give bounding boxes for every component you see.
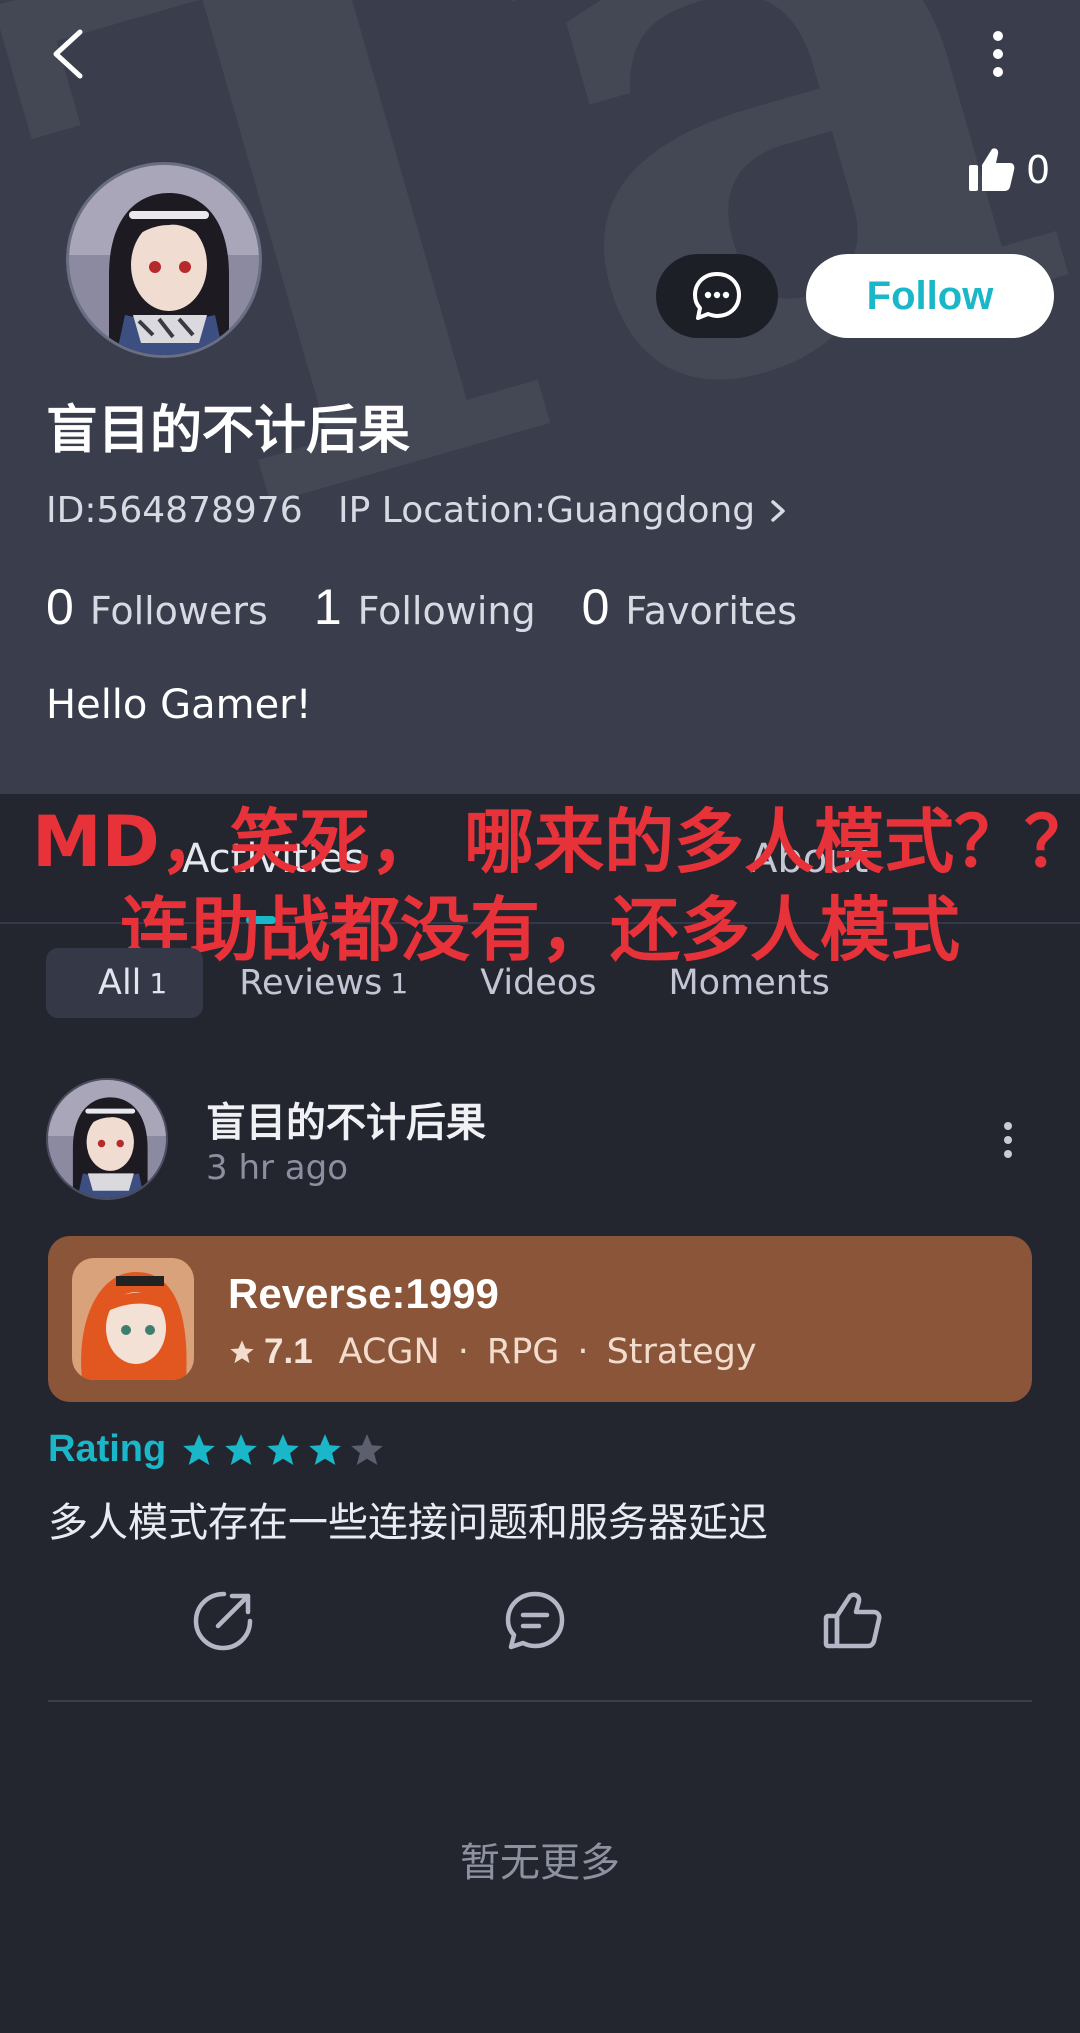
post-author-avatar[interactable] <box>46 1078 168 1200</box>
main-tab-bar: Activities About <box>0 794 1080 924</box>
likes-count: 0 <box>1026 148 1051 192</box>
follow-button[interactable]: Follow <box>806 254 1054 338</box>
star-filled-icon <box>309 1433 342 1465</box>
ip-location-text: IP Location:Guangdong <box>338 490 756 531</box>
filter-tab-label: Moments <box>668 963 830 1003</box>
following-count: 1 <box>313 579 342 635</box>
like-icon <box>823 1592 882 1649</box>
filter-tab-label: Videos <box>480 963 597 1003</box>
back-button[interactable] <box>40 22 104 86</box>
followers-count: 0 <box>46 579 74 635</box>
game-character-icon <box>72 1258 194 1380</box>
anime-girl-avatar <box>48 1080 166 1198</box>
tab-activities[interactable]: Activities <box>182 836 364 882</box>
game-title: Reverse:1999 <box>228 1270 499 1317</box>
game-score: 7.1 <box>264 1332 313 1371</box>
profile-avatar[interactable] <box>66 162 262 358</box>
favorites-count: 0 <box>581 579 610 635</box>
active-tab-indicator <box>246 916 276 924</box>
game-card[interactable]: Reverse:1999 7.1 ACGN · RPG · Strategy <box>48 1236 1032 1402</box>
filter-tab-count: 1 <box>390 966 409 1000</box>
star-icon <box>230 1340 254 1364</box>
comment-button[interactable] <box>502 1588 568 1654</box>
message-button[interactable] <box>656 254 778 338</box>
ip-location[interactable]: IP Location:Guangdong <box>338 490 793 531</box>
like-button[interactable] <box>820 1588 886 1654</box>
filter-tab-all[interactable]: All 1 <box>46 948 204 1018</box>
no-more-content: 暂无更多 <box>460 1840 620 1886</box>
profile-header: Tap 0 Follow 盲目的不计后果 ID:564878976 IP Loc… <box>0 0 1080 794</box>
star-empty-icon <box>351 1433 384 1465</box>
user-id[interactable]: ID:564878976 <box>46 490 303 531</box>
star-filled-icon <box>267 1433 300 1465</box>
star-filled-icon <box>183 1433 216 1465</box>
game-tag: Strategy <box>606 1332 757 1372</box>
stat-followers[interactable]: 0 Followers <box>46 578 268 636</box>
post-action-bar <box>0 1588 1080 1658</box>
chat-bubble-icon <box>693 272 741 320</box>
filter-tab-count: 1 <box>149 966 168 1000</box>
stat-following[interactable]: 1 Following <box>314 578 536 636</box>
filter-tab-label: Reviews <box>239 963 383 1003</box>
thumbs-up-icon <box>969 148 1015 191</box>
comment-icon <box>505 1591 565 1650</box>
star-filled-icon <box>225 1433 258 1465</box>
game-tag: RPG <box>486 1332 560 1372</box>
post-timestamp: 3 hr ago <box>206 1148 348 1188</box>
filter-tab-label: All <box>98 963 142 1003</box>
chevron-right-icon <box>771 499 785 522</box>
tag-separator: · <box>577 1332 589 1372</box>
post-divider <box>48 1700 1032 1702</box>
review-text[interactable]: 多人模式存在一些连接问题和服务器延迟 <box>48 1490 768 1548</box>
rating-stars <box>180 1431 390 1469</box>
tab-about[interactable]: About <box>750 836 868 882</box>
game-app-icon <box>72 1258 194 1380</box>
chevron-left-icon <box>53 29 83 79</box>
filter-tab-reviews[interactable]: Reviews 1 <box>203 948 444 1018</box>
vertical-dots-icon <box>1004 1122 1012 1158</box>
user-id-text: ID:564878976 <box>46 490 303 531</box>
favorites-label: Favorites <box>625 589 798 633</box>
filter-tab-moments[interactable]: Moments <box>632 948 865 1018</box>
filter-tab-bar: All 1 Reviews 1 Videos Moments <box>46 948 866 1018</box>
followers-label: Followers <box>89 589 268 633</box>
tag-separator: · <box>457 1332 469 1372</box>
game-tag: ACGN <box>338 1332 440 1372</box>
profile-username: 盲目的不计后果 <box>46 401 411 461</box>
rating-label: Rating <box>48 1428 167 1470</box>
profile-stats: 0 Followers 1 Following 0 Favorites <box>46 578 843 636</box>
anime-girl-avatar <box>69 165 259 355</box>
filter-tab-videos[interactable]: Videos <box>444 948 632 1018</box>
game-meta: 7.1 ACGN · RPG · Strategy <box>228 1332 757 1372</box>
post-author-name[interactable]: 盲目的不计后果 <box>206 1090 486 1148</box>
share-icon <box>193 1591 253 1651</box>
more-options-button[interactable] <box>976 22 1020 86</box>
profile-bio: Hello Gamer! <box>46 682 312 728</box>
stat-favorites[interactable]: 0 Favorites <box>582 578 797 636</box>
post-more-button[interactable] <box>996 1118 1020 1162</box>
share-button[interactable] <box>190 1588 256 1654</box>
vertical-dots-icon <box>993 31 1003 77</box>
review-rating: Rating <box>48 1428 390 1471</box>
profile-likes[interactable]: 0 <box>966 140 1050 200</box>
following-label: Following <box>357 589 536 633</box>
